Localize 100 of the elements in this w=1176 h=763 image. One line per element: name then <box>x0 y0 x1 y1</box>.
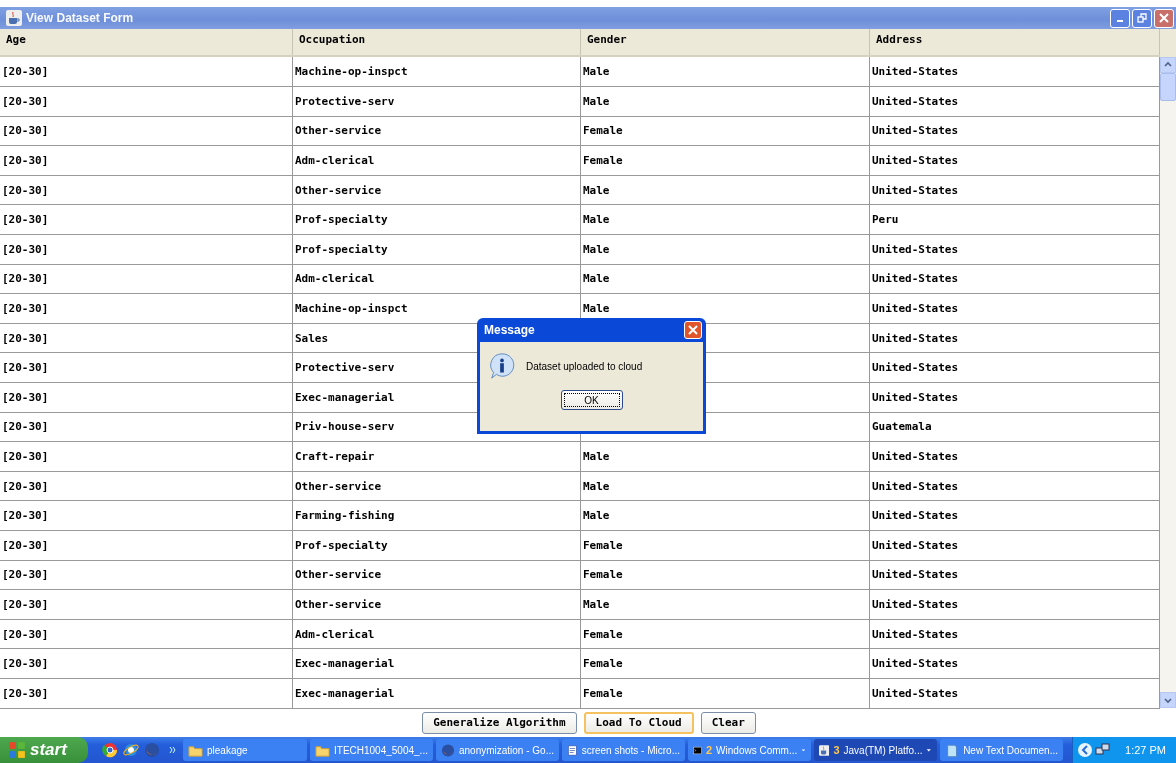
table-cell: [20-30] <box>0 531 293 560</box>
table-cell: Female <box>581 649 870 678</box>
table-cell: [20-30] <box>0 471 293 501</box>
taskbar-item[interactable]: ITECH1004_5004_... <box>310 739 433 761</box>
coffee-cup-icon <box>819 742 830 758</box>
table-cell: [20-30] <box>0 235 293 264</box>
table-cell: Female <box>581 560 870 590</box>
table-cell: [20-30] <box>0 501 293 530</box>
table-cell: Adm-clerical <box>293 619 581 649</box>
taskbar-label: ITECH1004_5004_... <box>334 744 428 756</box>
taskbar-label: screen shots - Micro... <box>581 744 680 756</box>
table-cell: Male <box>581 235 870 264</box>
chevron-left-icon[interactable] <box>1077 742 1094 758</box>
chevron-icon[interactable] <box>169 746 177 754</box>
action-button[interactable]: Load To Cloud <box>583 711 694 734</box>
table-cell: Male <box>581 175 870 205</box>
column-header[interactable]: Occupation <box>293 29 581 56</box>
table-cell: Male <box>581 205 870 235</box>
table-cell: Prof-specialty <box>293 531 581 560</box>
table-cell: Male <box>581 442 870 471</box>
taskbar-item[interactable]: anonymization - Go... <box>436 739 559 761</box>
dropdown-arrow-icon <box>926 746 932 754</box>
taskbar-label: anonymization - Go... <box>458 744 554 756</box>
window-count: 3 <box>833 744 840 756</box>
table-cell: Male <box>581 87 870 116</box>
restore-icon <box>1137 13 1147 24</box>
dropdown-arrow-icon <box>801 746 806 754</box>
taskbar-label: Java(TM) Platfo... <box>843 744 923 756</box>
table-cell: [20-30] <box>0 205 293 235</box>
table-cell: [20-30] <box>0 619 293 649</box>
ok-button[interactable]: OK <box>560 390 623 410</box>
table-cell: [20-30] <box>0 57 293 87</box>
table-cell: [20-30] <box>0 87 293 116</box>
table-cell: Other-service <box>293 590 581 619</box>
close-icon <box>688 325 698 335</box>
table-cell: Exec-managerial <box>293 649 581 678</box>
table-cell: Prof-specialty <box>293 235 581 264</box>
table-cell: Female <box>581 678 870 708</box>
taskbar-item[interactable]: 3 Java(TM) Platfo... <box>814 739 937 761</box>
table-cell: [20-30] <box>0 560 293 590</box>
table-cell: [20-30] <box>0 353 293 382</box>
scroll-thumb[interactable] <box>1160 73 1176 102</box>
table-cell: Other-service <box>293 116 581 146</box>
minimize-icon <box>1117 20 1123 23</box>
taskbar-item[interactable]: screen shots - Micro... <box>562 739 685 761</box>
table-cell: [20-30] <box>0 294 293 323</box>
table-cell: Male <box>581 57 870 87</box>
document-icon <box>567 742 578 758</box>
scrollbar[interactable] <box>1160 57 1176 709</box>
table-cell: [20-30] <box>0 146 293 175</box>
taskbar-item[interactable]: 2 Windows Comm... <box>688 739 811 761</box>
table-cell: [20-30] <box>0 323 293 353</box>
table-cell: Other-service <box>293 471 581 501</box>
table-cell: [20-30] <box>0 442 293 471</box>
table-cell: Other-service <box>293 175 581 205</box>
table-cell: Protective-serv <box>293 87 581 116</box>
minimize-button[interactable] <box>1110 8 1130 28</box>
table-cell: [20-30] <box>0 264 293 294</box>
action-button[interactable]: Clear <box>700 711 756 734</box>
table-cell: Male <box>581 501 870 530</box>
info-icon <box>488 352 516 380</box>
table-cell: Farming-fishing <box>293 501 581 530</box>
table-cell: Other-service <box>293 560 581 590</box>
close-button[interactable] <box>684 321 702 339</box>
table-cell: Machine-op-inspct <box>293 57 581 87</box>
window-count: 2 <box>705 744 713 756</box>
table-cell: Female <box>581 146 870 175</box>
windows-flag-icon <box>8 741 26 759</box>
taskbar-label: New Text Documen... <box>963 744 1058 756</box>
coffee-cup-icon <box>6 10 22 27</box>
dialog-title: Message <box>484 323 535 337</box>
table-cell: [20-30] <box>0 175 293 205</box>
taskbar-label: Windows Comm... <box>716 744 798 756</box>
table-cell: [20-30] <box>0 412 293 442</box>
table-cell: Craft-repair <box>293 442 581 471</box>
table-cell: Male <box>581 590 870 619</box>
action-button[interactable]: Generalize Algorithm <box>422 711 577 734</box>
restore-button[interactable] <box>1132 8 1152 28</box>
network-icon[interactable] <box>1095 742 1112 758</box>
table-cell: Female <box>581 619 870 649</box>
table-cell: Prof-specialty <box>293 205 581 235</box>
table-cell: [20-30] <box>0 383 293 412</box>
table-cell: Adm-clerical <box>293 264 581 294</box>
taskbar-item[interactable]: pleakage <box>183 739 307 761</box>
taskbar-item[interactable]: New Text Documen... <box>940 739 1063 761</box>
close-button[interactable] <box>1154 8 1174 28</box>
notepad-icon <box>945 742 960 758</box>
table-cell: Male <box>581 264 870 294</box>
table-cell: Exec-managerial <box>293 678 581 708</box>
table-cell: [20-30] <box>0 590 293 619</box>
table-cell: Female <box>581 531 870 560</box>
close-icon <box>1159 13 1169 24</box>
window-title: View Dataset Form <box>26 11 134 26</box>
table-cell: [20-30] <box>0 678 293 708</box>
table-cell: Adm-clerical <box>293 146 581 175</box>
table-cell: Female <box>581 116 870 146</box>
column-header[interactable]: Gender <box>581 29 870 56</box>
column-header[interactable]: Age <box>0 29 293 56</box>
table-cell: [20-30] <box>0 649 293 678</box>
table-cell: [20-30] <box>0 116 293 146</box>
